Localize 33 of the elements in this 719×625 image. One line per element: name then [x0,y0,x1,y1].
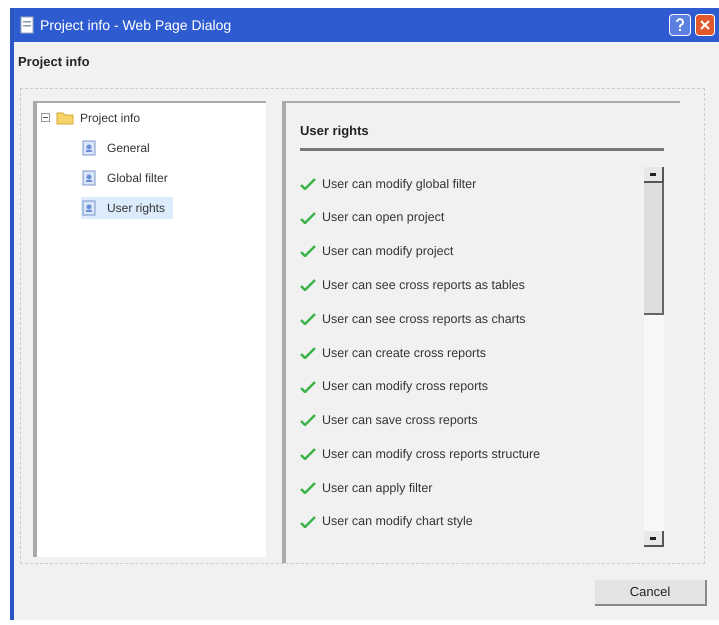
right-label: User can see cross reports as tables [322,276,525,294]
panel-title: User rights [300,122,370,140]
right-label: User can apply filter [322,480,432,497]
document-icon [81,170,97,186]
tree-item[interactable]: User rights [81,196,174,218]
help-icon [675,18,685,32]
tree-item[interactable]: Global filter [81,166,176,188]
scroll-down-button[interactable] [644,531,664,547]
right-label: User can modify global filter [322,176,476,193]
tree-item[interactable]: Project info [80,108,140,126]
right-label: User can modify project [322,243,454,260]
cancel-button[interactable]: Cancel [595,580,707,606]
tree-item[interactable]: General [81,136,158,158]
right-label: User can modify cross reports [322,378,488,396]
scroll-thumb[interactable] [644,183,664,315]
right-label: User can save cross reports [322,412,478,430]
right-label: User can modify chart style [322,513,473,530]
folder-icon [56,110,74,124]
right-label: User can open project [322,209,444,226]
right-label: User can create cross reports [322,344,486,362]
document-icon [81,140,97,156]
page-header: Project info [17,53,91,71]
expander-icon[interactable] [41,113,50,122]
close-icon [700,20,710,30]
scrollbar[interactable] [644,167,664,547]
right-label: User can modify cross reports structure [322,446,540,463]
window-title: Project info - Web Page Dialog [40,16,232,35]
document-icon [18,16,36,34]
scroll-up-button[interactable] [644,167,664,183]
close-button[interactable] [695,14,715,36]
document-icon [81,200,97,216]
help-button[interactable] [669,14,691,36]
right-label: User can see cross reports as charts [322,310,526,328]
